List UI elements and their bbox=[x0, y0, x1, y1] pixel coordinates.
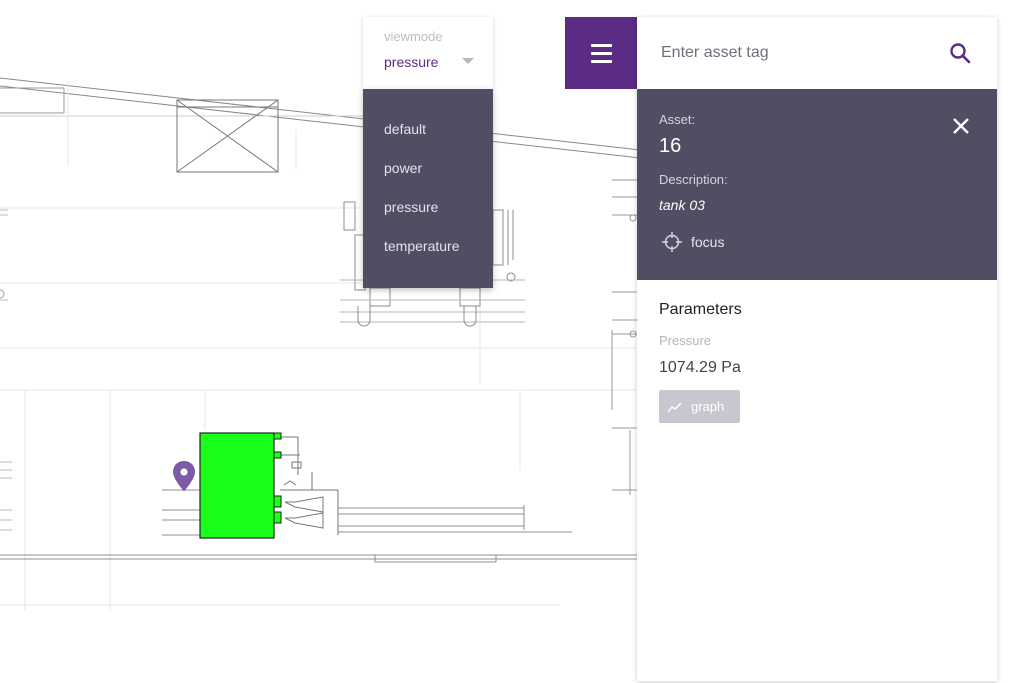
menu-button[interactable] bbox=[565, 17, 637, 89]
viewmode-label: viewmode bbox=[384, 29, 443, 44]
viewmode-option-temperature[interactable]: temperature bbox=[363, 227, 493, 266]
crosshair-icon bbox=[662, 232, 682, 252]
graph-button[interactable]: graph bbox=[659, 390, 740, 423]
viewmode-option-pressure[interactable]: pressure bbox=[363, 188, 493, 227]
close-icon[interactable] bbox=[951, 116, 971, 136]
viewmode-option-default[interactable]: default bbox=[363, 110, 493, 149]
menu-icon-bar bbox=[591, 44, 612, 47]
focus-button[interactable]: focus bbox=[661, 230, 724, 254]
viewmode-selected-value[interactable]: pressure bbox=[384, 54, 438, 70]
asset-side-panel: Asset: 16 Description: tank 03 focus Par… bbox=[637, 17, 997, 681]
description-label: Description: bbox=[659, 172, 728, 187]
asset-id: 16 bbox=[659, 135, 682, 157]
asset-label: Asset: bbox=[659, 112, 696, 127]
search-bar bbox=[637, 17, 997, 89]
focus-label: focus bbox=[691, 234, 725, 250]
asset-description: tank 03 bbox=[659, 197, 705, 213]
parameters-section: Parameters Pressure 1074.29 Pa graph bbox=[659, 301, 979, 423]
viewmode-option-power[interactable]: power bbox=[363, 149, 493, 188]
tank-asset[interactable] bbox=[199, 432, 282, 539]
trend-line-icon bbox=[667, 402, 682, 412]
viewmode-menu: default power pressure temperature bbox=[363, 89, 493, 288]
asset-details-card: Asset: 16 Description: tank 03 focus bbox=[637, 89, 997, 280]
graph-label: graph bbox=[691, 399, 725, 414]
menu-icon-bar bbox=[591, 52, 612, 55]
asset-tag-search-input[interactable] bbox=[661, 39, 931, 67]
viewmode-select[interactable]: viewmode pressure bbox=[363, 17, 493, 89]
menu-icon-bar bbox=[591, 60, 612, 63]
search-icon[interactable] bbox=[948, 41, 972, 65]
chevron-down-icon[interactable] bbox=[462, 58, 474, 64]
map-pin-icon[interactable] bbox=[173, 461, 195, 492]
floor-plan-linework bbox=[0, 77, 641, 610]
parameter-value: 1074.29 Pa bbox=[659, 359, 741, 376]
parameter-name: Pressure bbox=[659, 333, 712, 348]
parameters-title: Parameters bbox=[659, 301, 742, 318]
